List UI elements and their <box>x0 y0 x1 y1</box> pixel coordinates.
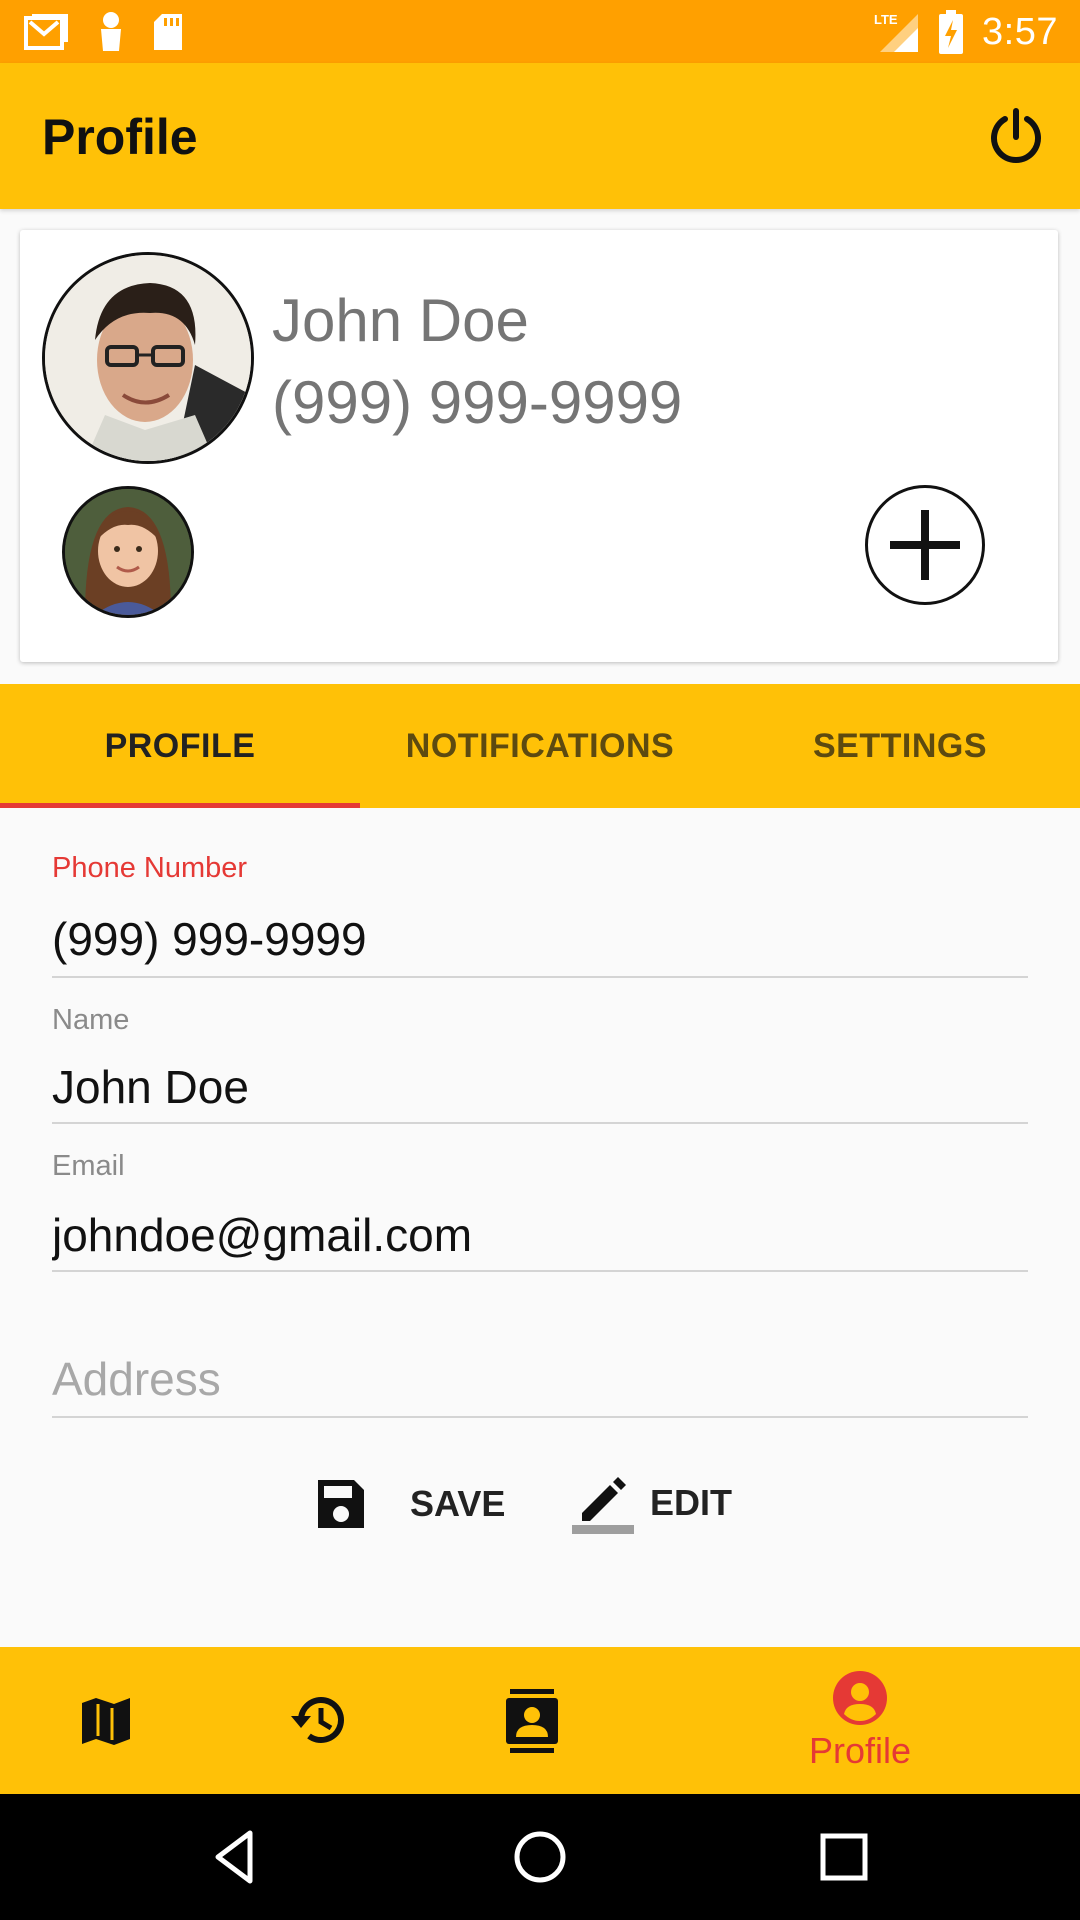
system-navigation-bar <box>0 1794 1080 1920</box>
edit-icon <box>572 1477 634 1534</box>
name-label: Name <box>52 1004 130 1036</box>
avatar-photo-girl <box>65 489 191 615</box>
history-icon <box>291 1696 344 1743</box>
recents-square-icon <box>820 1833 868 1881</box>
email-input[interactable] <box>52 1208 1028 1262</box>
address-input[interactable] <box>52 1352 1028 1406</box>
lte-signal-icon: LTE <box>874 12 919 52</box>
power-icon <box>991 108 1041 164</box>
home-circle-icon <box>514 1831 566 1883</box>
save-button[interactable]: SAVE <box>314 1474 505 1534</box>
recents-button[interactable] <box>814 1827 874 1887</box>
account-circle-icon <box>833 1670 887 1725</box>
status-bar: LTE 3:57 <box>0 0 1080 63</box>
phone-number-input[interactable] <box>52 912 1028 966</box>
save-icon <box>318 1480 364 1528</box>
app-bar: Profile <box>0 63 1080 209</box>
name-input[interactable] <box>52 1060 1028 1114</box>
person-notification-icon <box>101 12 121 51</box>
nav-item-map[interactable] <box>56 1647 156 1794</box>
contacts-icon <box>506 1688 558 1753</box>
profile-name: John Doe <box>272 287 529 354</box>
avatar[interactable] <box>42 252 254 464</box>
bottom-navigation: Profile <box>0 1647 1080 1794</box>
sd-card-icon <box>154 14 182 50</box>
edit-button[interactable]: EDIT <box>570 1470 732 1536</box>
home-button[interactable] <box>510 1827 570 1887</box>
phone-number-field: Phone Number <box>52 852 1028 978</box>
tab-notifications[interactable]: NOTIFICATIONS <box>360 684 720 808</box>
battery-charging-icon <box>939 10 964 54</box>
email-label: Email <box>52 1150 125 1182</box>
name-field: Name <box>52 1000 1028 1124</box>
tab-settings[interactable]: SETTINGS <box>720 684 1080 808</box>
add-member-button[interactable] <box>865 485 985 605</box>
save-label: SAVE <box>410 1483 506 1524</box>
avatar-photo-man <box>45 255 251 461</box>
tab-bar: PROFILE NOTIFICATIONS SETTINGS <box>0 684 1080 808</box>
power-button[interactable] <box>986 107 1046 167</box>
svg-text:LTE: LTE <box>874 12 898 27</box>
address-field <box>52 1300 1028 1418</box>
profile-card: John Doe (999) 999-9999 <box>20 230 1058 662</box>
gmail-icon <box>24 14 68 50</box>
back-button[interactable] <box>206 1827 266 1887</box>
nav-item-history[interactable] <box>268 1647 368 1794</box>
email-field: Email <box>52 1146 1028 1272</box>
map-icon <box>82 1697 130 1745</box>
nav-item-profile[interactable]: Profile <box>790 1647 930 1794</box>
tab-profile[interactable]: PROFILE <box>0 684 360 808</box>
edit-label: EDIT <box>650 1482 733 1523</box>
family-member-avatar[interactable] <box>62 486 194 618</box>
back-triangle-icon <box>215 1830 253 1884</box>
nav-item-contacts[interactable] <box>482 1647 582 1794</box>
nav-label-profile: Profile <box>808 1729 912 1771</box>
profile-phone: (999) 999-9999 <box>272 369 683 436</box>
phone-number-label: Phone Number <box>52 852 248 884</box>
status-time: 3:57 <box>982 10 1058 53</box>
page-title: Profile <box>42 109 198 165</box>
